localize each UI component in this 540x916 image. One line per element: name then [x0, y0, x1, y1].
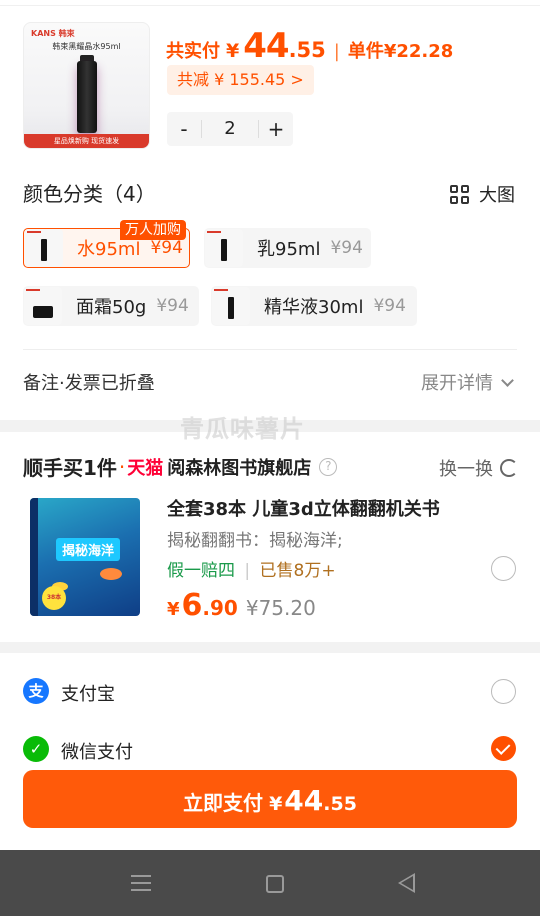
discount-detail-button[interactable]: 共减 ¥ 155.45 > — [167, 65, 314, 95]
addon-original-price: ¥75.20 — [245, 596, 316, 620]
pay-now-decimal: .55 — [323, 793, 357, 815]
swap-button[interactable]: 换一换 — [439, 455, 518, 481]
home-icon[interactable] — [266, 875, 284, 893]
total-label: 共实付 — [166, 41, 220, 62]
alipay-icon: 支 — [23, 678, 49, 704]
unit-price: 单件¥22.28 — [347, 41, 454, 62]
expand-details-button[interactable]: 展开详情 — [421, 369, 516, 395]
bottle-graphic — [77, 61, 97, 133]
pay-now-button[interactable]: 立即支付 ¥ 44 .55 — [23, 770, 517, 828]
pay-now-label: 立即支付 — [183, 791, 264, 815]
help-icon[interactable]: ? — [319, 457, 338, 476]
tag-separator: | — [244, 561, 251, 581]
wechat-pay-label[interactable]: 微信支付 — [61, 738, 133, 764]
big-view-label: 大图 — [479, 185, 515, 206]
tmall-logo: 天猫 — [127, 457, 164, 479]
sold-count-tag: 已售8万+ — [259, 561, 336, 581]
variant-option-lotion[interactable]: 乳95ml ¥94 — [204, 228, 371, 268]
addon-price-integer: 6 — [181, 588, 203, 623]
addon-tags: 假一赔四 | 已售8万+ — [167, 556, 336, 581]
variant-price: ¥94 — [150, 238, 183, 258]
swap-label: 换一换 — [439, 459, 493, 480]
book-cover-image[interactable]: 揭秘海洋 38本 — [30, 498, 140, 616]
alipay-radio[interactable] — [491, 679, 516, 704]
variant-price: ¥94 — [373, 296, 406, 316]
increase-button[interactable]: + — [259, 117, 293, 141]
variant-thumb — [205, 229, 243, 267]
watermark: 青瓜味薯片 — [180, 415, 305, 443]
variant-thumb — [25, 229, 63, 267]
expand-details-label: 展开详情 — [421, 373, 493, 394]
popular-badge: 万人加购 — [120, 220, 186, 240]
currency-symbol: ¥ — [226, 40, 240, 62]
variant-option-serum[interactable]: 精华液30ml ¥94 — [211, 286, 417, 326]
section-gap — [0, 642, 540, 653]
book-seal: 38本 — [42, 586, 66, 610]
addon-price: ¥ 6 .90 ¥75.20 — [167, 588, 316, 623]
total-price-line: 共实付 ¥ 44 .55 | 单件¥22.28 — [166, 26, 454, 66]
book-cover-title: 揭秘海洋 — [56, 538, 121, 561]
variant-option-cream[interactable]: 面霜50g ¥94 — [23, 286, 199, 326]
variant-name: 面霜50g — [76, 297, 147, 318]
divider — [23, 349, 517, 350]
chevron-down-icon — [501, 373, 514, 387]
addon-price-decimal: .90 — [202, 596, 238, 620]
variant-price: ¥94 — [330, 238, 363, 258]
refresh-icon — [500, 459, 518, 477]
quantity-input[interactable]: 2 — [201, 120, 259, 138]
variant-section-title: 颜色分类（4） — [23, 182, 156, 206]
product-image-strip: 星品焕新购 现货速发 — [24, 134, 149, 148]
variant-price: ¥94 — [156, 296, 189, 316]
variant-thumb — [212, 287, 250, 325]
product-image[interactable]: KANS 韩束 韩束黑耀晶水95ml 星品焕新购 现货速发 — [23, 22, 150, 149]
addon-product-title[interactable]: 全套38本 儿童3d立体翻翻机关书 — [167, 495, 440, 521]
addon-header: 顺手买1件 · 天猫 阅森林图书旗舰店 ? — [23, 452, 338, 481]
wechat-pay-icon: ✓ — [23, 736, 49, 762]
pay-now-yen: ¥ — [269, 793, 283, 815]
grid-icon — [450, 184, 469, 204]
addon-dot: · — [118, 454, 126, 479]
addon-price-yen: ¥ — [167, 599, 180, 620]
top-edge — [0, 0, 540, 6]
guarantee-tag: 假一赔四 — [167, 561, 235, 581]
alipay-label[interactable]: 支付宝 — [61, 680, 115, 706]
menu-icon[interactable] — [131, 875, 151, 891]
decrease-button[interactable]: - — [167, 117, 201, 141]
price-separator: | — [333, 41, 340, 62]
variant-thumb — [24, 287, 62, 325]
wechat-pay-radio[interactable] — [491, 736, 516, 761]
remark-invoice-label: 备注·发票已折叠 — [23, 373, 155, 394]
addon-product-subtitle: 揭秘翻翻书：揭秘海洋; — [167, 531, 343, 551]
shop-name[interactable]: 阅森林图书旗舰店 — [167, 454, 311, 480]
variant-name: 精华液30ml — [264, 297, 364, 318]
fish-graphic — [100, 568, 122, 580]
book-spine — [30, 498, 38, 616]
total-integer: 44 — [243, 26, 289, 66]
product-brand: KANS 韩束 — [31, 29, 75, 38]
total-decimal: .55 — [288, 38, 326, 62]
variant-name: 乳95ml — [257, 239, 321, 260]
product-image-name: 韩束黑耀晶水95ml — [52, 42, 121, 51]
addon-select-radio[interactable] — [491, 556, 516, 581]
addon-title: 顺手买1件 — [23, 456, 117, 480]
back-icon[interactable] — [398, 873, 415, 893]
pay-now-integer: 44 — [284, 784, 324, 817]
quantity-stepper: - 2 + — [167, 112, 293, 146]
big-view-button[interactable]: 大图 — [450, 181, 515, 207]
order-sheet: KANS 韩束 韩束黑耀晶水95ml 星品焕新购 现货速发 共实付 ¥ 44 .… — [0, 0, 540, 850]
